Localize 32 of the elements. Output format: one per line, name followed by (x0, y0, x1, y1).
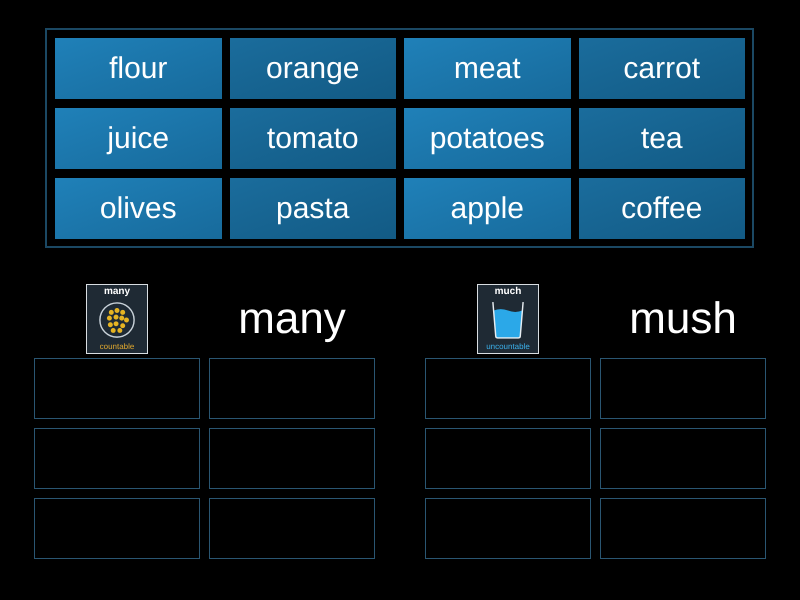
card-caption: countable (100, 342, 134, 352)
drop-zone[interactable] (600, 498, 766, 559)
word-tile[interactable]: olives (55, 178, 222, 239)
drop-zone[interactable] (209, 428, 375, 489)
word-tile[interactable]: meat (404, 38, 570, 99)
word-tile[interactable]: orange (230, 38, 396, 99)
drop-zone[interactable] (425, 428, 591, 489)
card-title: much (494, 286, 522, 298)
water-glass-icon (491, 301, 525, 339)
drop-zone[interactable] (34, 428, 200, 489)
group-heading: mush (629, 294, 737, 344)
word-tile[interactable]: tomato (230, 108, 396, 169)
word-tile[interactable]: flour (55, 38, 222, 99)
word-tile[interactable]: carrot (578, 38, 745, 99)
drop-zone[interactable] (209, 358, 375, 419)
word-tile[interactable]: juice (55, 108, 222, 169)
word-tile[interactable]: pasta (230, 178, 396, 239)
drop-zone[interactable] (600, 428, 766, 489)
word-tile[interactable]: potatoes (404, 108, 570, 169)
drop-zone[interactable] (34, 358, 200, 419)
drop-zone[interactable] (600, 358, 766, 419)
card-title: many (104, 286, 130, 298)
word-tile[interactable]: apple (404, 178, 570, 239)
drop-zone[interactable] (34, 498, 200, 559)
word-tile[interactable]: tea (578, 108, 745, 169)
drop-zone[interactable] (425, 498, 591, 559)
group-heading: many (238, 294, 346, 344)
drop-zone[interactable] (209, 498, 375, 559)
word-tile[interactable]: coffee (578, 178, 745, 239)
drop-zone[interactable] (425, 358, 591, 419)
dot-circle-icon (98, 301, 136, 339)
card-caption: uncountable (486, 342, 530, 352)
